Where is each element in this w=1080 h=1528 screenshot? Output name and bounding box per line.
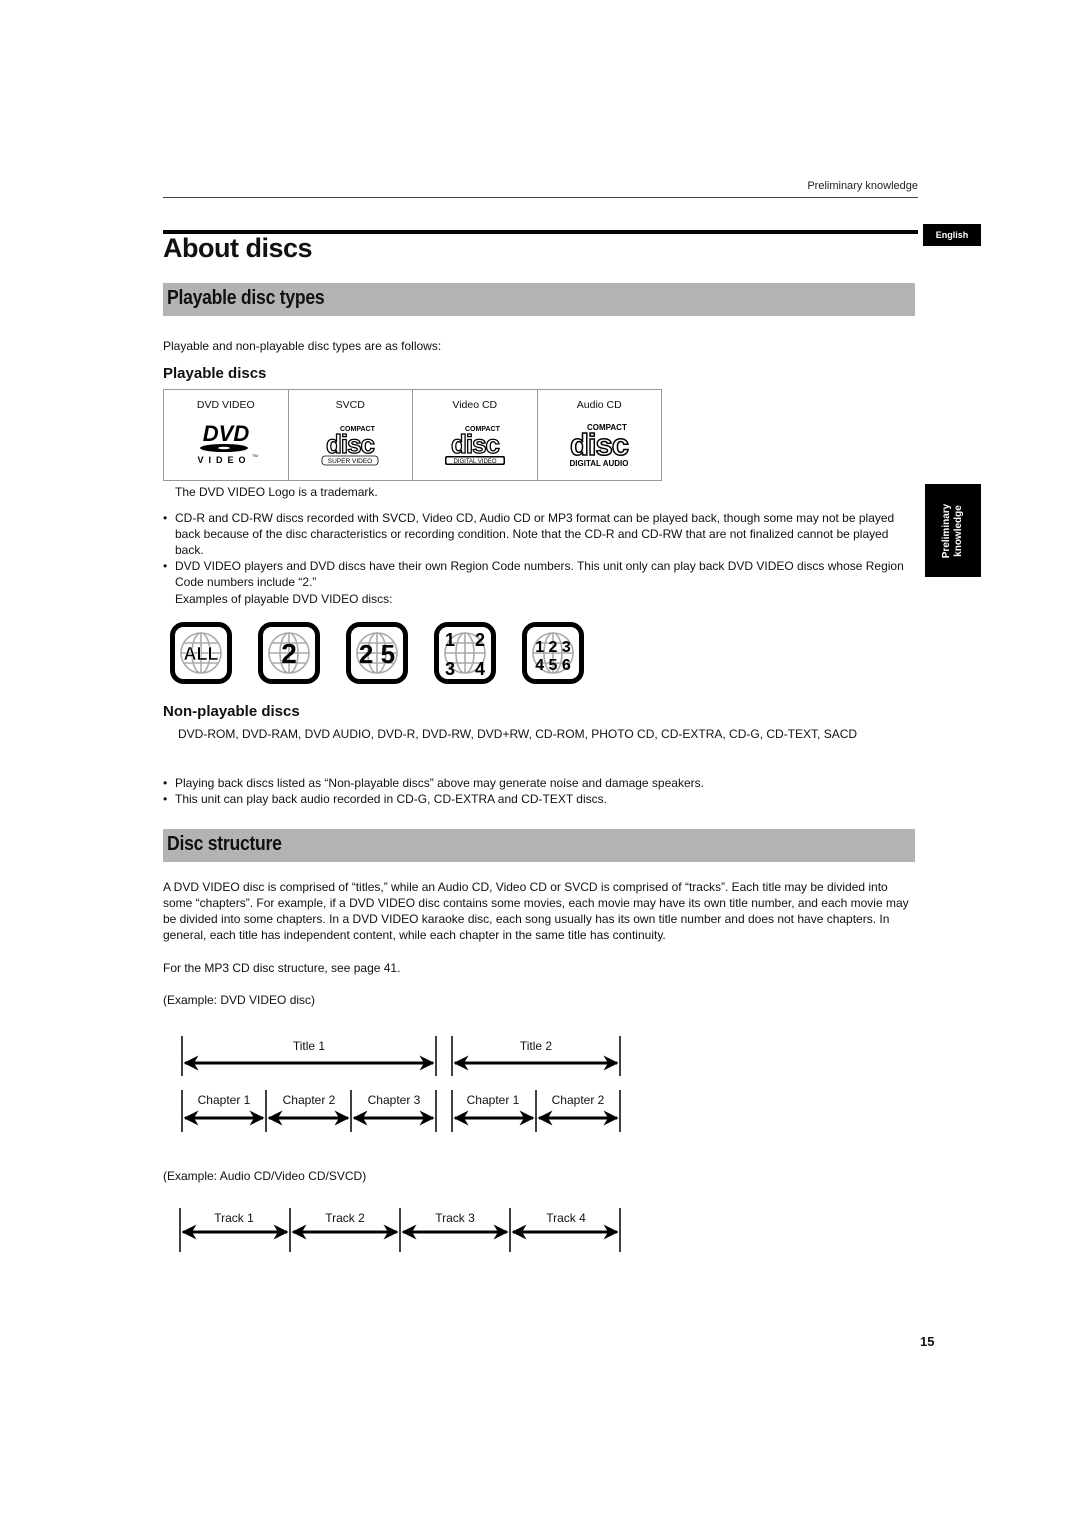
dvd-example-label: (Example: DVD VIDEO disc) — [163, 993, 316, 1007]
header-rule — [163, 197, 918, 198]
disc-cell-audio-cd: Audio CD COMPACT disc DIGITAL AUDIO — [538, 390, 662, 480]
page-number: 15 — [920, 1334, 935, 1349]
non-playable-notes: Playing back discs listed as “Non-playab… — [163, 775, 918, 807]
region-code-icon-all: ALL — [170, 622, 232, 684]
bullet-item: Playing back discs listed as “Non-playab… — [163, 775, 918, 791]
disc-label: Video CD — [452, 399, 498, 411]
logo-caption: DIGITAL AUDIO — [570, 459, 629, 468]
region-code-text: ALL — [184, 644, 219, 664]
section-heading-disc-structure: Disc structure — [163, 829, 915, 862]
chapter-label: Chapter 2 — [283, 1093, 336, 1107]
disc-cell-dvd-video: DVD VIDEO DVD VIDEO TM — [164, 390, 289, 480]
chapter-label: Chapter 1 — [198, 1093, 251, 1107]
compact-disc-digital-video-logo: COMPACT disc DIGITAL VIDEO — [413, 420, 537, 466]
playable-bullets: CD-R and CD-RW discs recorded with SVCD,… — [163, 510, 918, 590]
cd-structure-diagram: Track 1 Track 2 Track 3 Track 4 — [179, 1208, 621, 1252]
tm-mark: TM — [252, 453, 258, 458]
disc-cell-svcd: SVCD COMPACT disc SUPER VIDEO — [289, 390, 413, 480]
region-code-text: 2 — [475, 630, 485, 650]
region-code-text: 3 — [445, 659, 455, 679]
section-heading-text: Playable disc types — [167, 287, 325, 309]
side-tab-line: Preliminary — [941, 503, 952, 558]
compact-disc-super-video-logo: COMPACT disc SUPER VIDEO — [289, 420, 413, 466]
region-code-text: 2 5 — [359, 639, 395, 669]
region-code-text: 2 — [281, 638, 297, 669]
region-code-text: 1 — [445, 630, 455, 650]
region-code-text: 4 5 6 — [535, 657, 571, 674]
disc-label: SVCD — [335, 399, 365, 411]
language-tab-label: English — [935, 230, 969, 240]
page-title: About discs — [163, 233, 313, 263]
region-code-icon-2: 2 — [258, 622, 320, 684]
disc-text: disc — [326, 429, 375, 459]
playable-disc-table: DVD VIDEO DVD VIDEO TM SVCD COMPACT disc… — [163, 389, 662, 481]
region-code-examples: ALL 2 2 5 1 2 3 4 1 2 3 4 5 6 — [170, 622, 584, 684]
cd-example-label: (Example: Audio CD/Video CD/SVCD) — [163, 1169, 367, 1183]
region-code-icon-1-to-6: 1 2 3 4 5 6 — [522, 622, 584, 684]
section-heading-text: Disc structure — [167, 833, 282, 855]
logo-caption: SUPER VIDEO — [328, 458, 372, 465]
side-tab-text: Preliminary knowledge — [941, 503, 965, 557]
disc-text: disc — [451, 429, 500, 459]
title-label: Title 2 — [520, 1039, 553, 1053]
non-playable-discs-heading: Non-playable discs — [163, 703, 300, 720]
trademark-note: The DVD VIDEO Logo is a trademark. — [175, 485, 378, 499]
dvd-video-logo: DVD VIDEO TM — [164, 420, 288, 466]
region-code-text: 4 — [475, 659, 485, 679]
logo-caption: DIGITAL VIDEO — [453, 459, 496, 465]
side-tab-line: knowledge — [953, 504, 964, 557]
compact-disc-digital-audio-logo: COMPACT disc DIGITAL AUDIO — [538, 420, 662, 468]
intro-text: Playable and non-playable disc types are… — [163, 339, 442, 353]
title-label: Title 1 — [293, 1039, 326, 1053]
side-tab-preliminary-knowledge: Preliminary knowledge — [925, 484, 981, 577]
chapter-label: Chapter 2 — [552, 1093, 605, 1107]
track-label: Track 3 — [435, 1211, 475, 1225]
disc-structure-paragraph: A DVD VIDEO disc is comprised of “titles… — [163, 880, 909, 942]
disc-label: DVD VIDEO — [196, 399, 255, 411]
non-playable-list: DVD-ROM, DVD-RAM, DVD AUDIO, DVD-R, DVD-… — [178, 727, 858, 741]
disc-label: Audio CD — [576, 399, 622, 411]
region-code-icon-1-2-3-4: 1 2 3 4 — [434, 622, 496, 684]
track-label: Track 2 — [325, 1211, 365, 1225]
dvd-structure-diagram: Title 1 Title 2 Chapter 1 Chapter 2 Chap… — [181, 1036, 621, 1132]
dvd-logo-text: DVD — [203, 421, 250, 446]
chapter-label: Chapter 3 — [368, 1093, 421, 1107]
video-logo-text: VIDEO — [197, 455, 250, 465]
track-label: Track 1 — [214, 1211, 254, 1225]
mp3-note: For the MP3 CD disc structure, see page … — [163, 961, 401, 975]
language-tab: English — [923, 224, 981, 246]
playable-discs-heading: Playable discs — [163, 365, 267, 382]
running-head: Preliminary knowledge — [807, 180, 918, 192]
track-label: Track 4 — [546, 1211, 586, 1225]
region-code-text: 1 2 3 — [535, 639, 571, 656]
disc-cell-video-cd: Video CD COMPACT disc DIGITAL VIDEO — [413, 390, 538, 480]
bullet-item: DVD VIDEO players and DVD discs have the… — [163, 558, 918, 590]
bullet-item: CD-R and CD-RW discs recorded with SVCD,… — [163, 510, 918, 558]
chapter-label: Chapter 1 — [467, 1093, 520, 1107]
section-heading-playable-disc-types: Playable disc types — [163, 283, 915, 316]
bullet-item: This unit can play back audio recorded i… — [163, 791, 918, 807]
examples-label: Examples of playable DVD VIDEO discs: — [175, 592, 393, 606]
disc-text: disc — [570, 427, 629, 462]
region-code-icon-2-5: 2 5 — [346, 622, 408, 684]
